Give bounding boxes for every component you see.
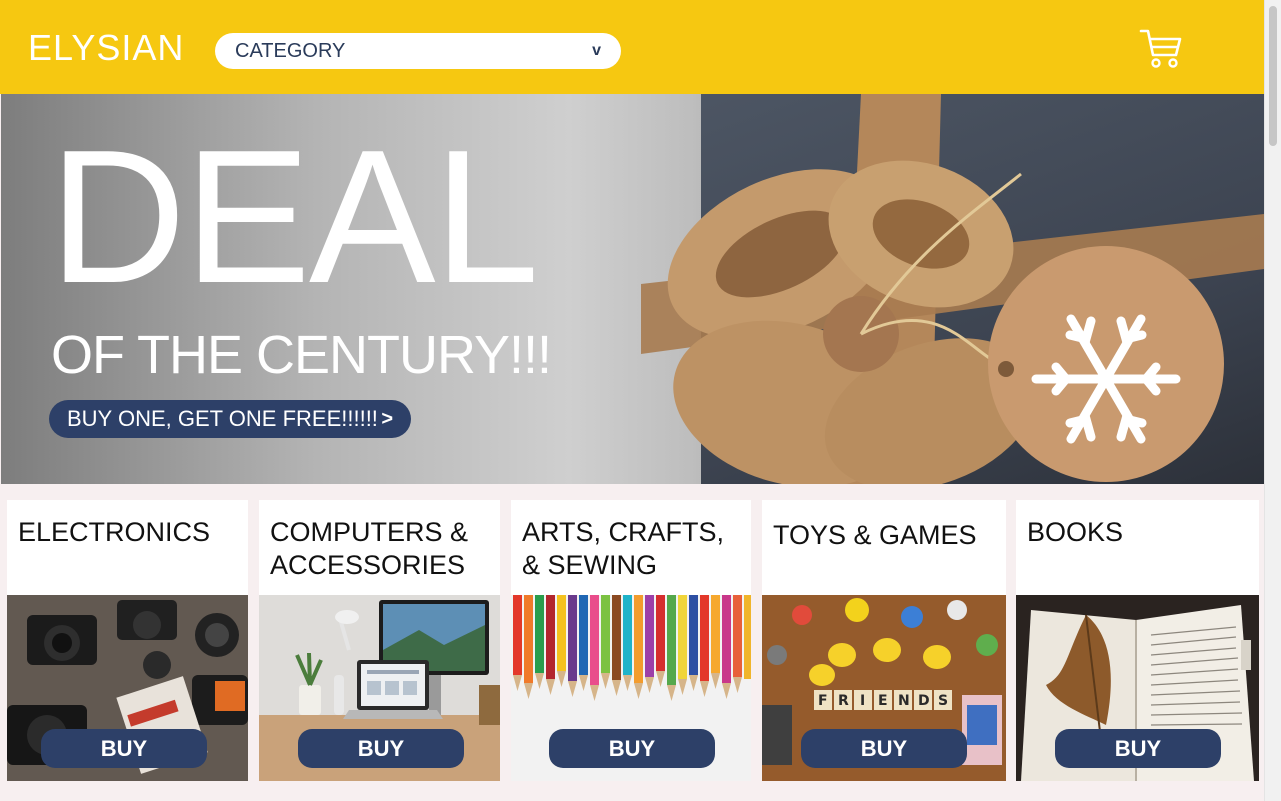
svg-text:E: E bbox=[878, 693, 888, 709]
category-title: ELECTRONICS bbox=[18, 517, 211, 547]
buy-button[interactable]: BUY bbox=[801, 729, 967, 768]
category-card-arts-crafts[interactable]: ARTS, CRAFTS, & SEWING BUY bbox=[511, 500, 751, 781]
category-title: BOOKS bbox=[1027, 517, 1124, 547]
scrollbar-thumb[interactable] bbox=[1269, 6, 1277, 146]
buy-button[interactable]: BUY bbox=[298, 729, 464, 768]
svg-text:S: S bbox=[938, 693, 948, 709]
svg-text:N: N bbox=[898, 693, 910, 709]
category-card-electronics[interactable]: ELECTRONICS BUY bbox=[7, 500, 248, 781]
svg-text:F: F bbox=[818, 693, 828, 709]
svg-text:I: I bbox=[860, 693, 865, 709]
svg-text:D: D bbox=[918, 693, 930, 709]
hero-banner: DEAL OF THE CENTURY!!! BUY ONE, GET ONE … bbox=[1, 94, 1264, 484]
hero-headline: DEAL bbox=[49, 111, 539, 323]
hero-cta-label: BUY ONE, GET ONE FREE!!!!!! bbox=[67, 406, 378, 431]
category-card-toys-games[interactable]: TOYS & GAMES F R I E N D S BUY bbox=[762, 500, 1006, 781]
gift-ribbon-image bbox=[641, 94, 1264, 484]
page-scrollbar[interactable] bbox=[1264, 0, 1281, 801]
hero-cta-button[interactable]: BUY ONE, GET ONE FREE!!!!!! > bbox=[49, 400, 411, 438]
category-dropdown[interactable]: CATEGORY v bbox=[215, 33, 621, 69]
top-header: ELYSIAN CATEGORY v bbox=[0, 0, 1264, 94]
buy-button[interactable]: BUY bbox=[549, 729, 715, 768]
shopping-cart-icon[interactable] bbox=[1138, 25, 1184, 71]
category-title: TOYS & GAMES bbox=[773, 520, 977, 550]
buy-button[interactable]: BUY bbox=[1055, 729, 1221, 768]
hero-subheadline: OF THE CENTURY!!! bbox=[51, 325, 552, 385]
buy-button[interactable]: BUY bbox=[41, 729, 207, 768]
category-title: ARTS, CRAFTS, & SEWING bbox=[522, 517, 725, 580]
svg-text:R: R bbox=[838, 693, 849, 709]
chevron-down-icon: v bbox=[592, 42, 601, 59]
site-logo[interactable]: ELYSIAN bbox=[28, 27, 184, 69]
category-title: COMPUTERS & ACCESSORIES bbox=[270, 517, 469, 580]
category-card-computers[interactable]: COMPUTERS & ACCESSORIES BUY bbox=[259, 500, 500, 781]
category-card-books[interactable]: BOOKS BUY bbox=[1016, 500, 1259, 781]
chevron-right-icon: > bbox=[381, 407, 393, 430]
category-dropdown-value: CATEGORY bbox=[235, 39, 346, 62]
